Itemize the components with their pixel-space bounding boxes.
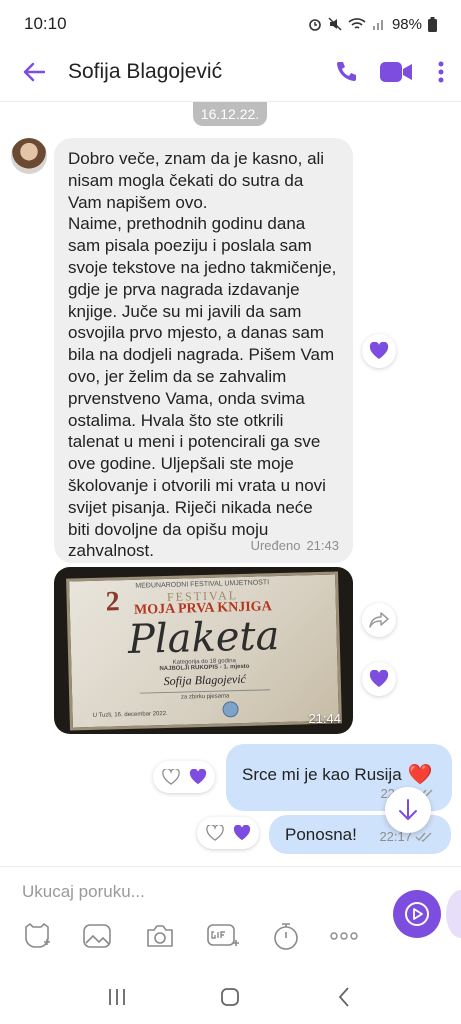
chat-header: Sofija Blagojević bbox=[0, 48, 461, 96]
avatar[interactable] bbox=[11, 138, 47, 174]
timer-button[interactable] bbox=[267, 917, 305, 955]
gallery-button[interactable] bbox=[78, 917, 116, 955]
home-button[interactable] bbox=[210, 977, 250, 1017]
plaque-image: MEĐUNARODNI FESTIVAL UMJETNOSTI 2 FESTIV… bbox=[66, 571, 342, 731]
camera-icon bbox=[147, 925, 173, 947]
back-arrow-icon bbox=[23, 62, 45, 82]
contact-name[interactable]: Sofija Blagojević bbox=[68, 60, 321, 84]
heart-emoji: ❤️ bbox=[407, 764, 433, 786]
battery-text: 98% bbox=[391, 15, 422, 33]
heart-filled-icon bbox=[189, 769, 206, 785]
heart-outline-icon bbox=[205, 825, 224, 841]
plaque-footer: U Tuzli, 16. decembar 2022. bbox=[92, 710, 168, 719]
home-icon bbox=[221, 988, 240, 1006]
image-time: 21:44 bbox=[308, 711, 341, 726]
battery-icon bbox=[428, 16, 437, 32]
status-bar: 10:10 98% bbox=[0, 0, 461, 48]
call-button[interactable] bbox=[321, 48, 371, 96]
more-options-icon bbox=[330, 932, 358, 940]
like-button[interactable] bbox=[362, 334, 396, 368]
status-right: 98% bbox=[308, 16, 437, 33]
more-options-button[interactable] bbox=[325, 917, 363, 955]
reaction-summary[interactable] bbox=[153, 761, 215, 793]
recent-apps-button[interactable] bbox=[97, 977, 137, 1017]
edited-label: Uređeno bbox=[250, 538, 301, 553]
back-nav-button[interactable] bbox=[324, 977, 364, 1017]
date-chip: 16.12.22. bbox=[193, 102, 267, 126]
sticker-icon bbox=[25, 922, 50, 948]
heart-outline-icon bbox=[161, 769, 180, 785]
message-text: Ponosna! bbox=[285, 824, 357, 844]
alarm-icon bbox=[309, 19, 321, 31]
share-button[interactable] bbox=[362, 603, 396, 637]
back-icon bbox=[338, 987, 349, 1007]
message-time: 21:43 bbox=[306, 538, 339, 553]
more-icon bbox=[438, 61, 444, 83]
back-button[interactable] bbox=[0, 48, 68, 96]
signal-icon bbox=[372, 20, 383, 30]
reaction-summary[interactable] bbox=[197, 817, 259, 849]
double-check-icon bbox=[415, 832, 432, 842]
like-button-image[interactable] bbox=[362, 662, 396, 696]
wifi-icon bbox=[348, 18, 366, 29]
message-meta: Uređeno 21:43 bbox=[251, 538, 339, 553]
camera-button[interactable] bbox=[141, 917, 179, 955]
system-navbar bbox=[0, 970, 461, 1024]
image-message[interactable]: MEĐUNARODNI FESTIVAL UMJETNOSTI 2 FESTIV… bbox=[54, 567, 353, 734]
plaque-seal bbox=[222, 701, 239, 718]
recent-apps-icon bbox=[108, 989, 125, 1005]
plaque-number: 2 bbox=[105, 586, 121, 618]
record-icon bbox=[405, 902, 429, 926]
gif-icon bbox=[207, 924, 239, 946]
plaque-subtitle: za zbirku pjesama bbox=[180, 693, 230, 701]
sticker-button[interactable] bbox=[18, 917, 56, 955]
voice-record-button[interactable] bbox=[393, 890, 441, 938]
gallery-icon bbox=[83, 924, 111, 948]
message-text-row: Srce mi je kao Rusija ❤️ bbox=[242, 762, 433, 787]
phone-icon bbox=[337, 62, 356, 81]
compose-divider bbox=[0, 866, 461, 867]
heart-filled-icon bbox=[369, 670, 389, 687]
message-text: Srce mi je kao Rusija bbox=[242, 764, 402, 784]
mute-icon bbox=[328, 17, 342, 31]
message-text: Dobro veče, znam da je kasno, ali nisam … bbox=[68, 149, 337, 561]
heart-filled-icon bbox=[233, 825, 250, 841]
video-call-button[interactable] bbox=[371, 48, 421, 96]
more-button[interactable] bbox=[421, 48, 461, 96]
scroll-down-button[interactable] bbox=[385, 787, 431, 833]
incoming-message-bubble[interactable]: Dobro veče, znam da je kasno, ali nisam … bbox=[54, 138, 353, 563]
send-button-background bbox=[446, 890, 461, 938]
gif-button[interactable] bbox=[204, 917, 242, 955]
status-time: 10:10 bbox=[24, 14, 67, 33]
arrow-down-icon bbox=[399, 799, 417, 820]
share-icon bbox=[369, 612, 389, 628]
message-input[interactable] bbox=[22, 876, 362, 908]
video-icon bbox=[380, 62, 412, 82]
timer-icon bbox=[274, 923, 298, 950]
heart-filled-icon bbox=[369, 342, 389, 359]
plaque-main-text: Plaketa bbox=[127, 613, 280, 663]
